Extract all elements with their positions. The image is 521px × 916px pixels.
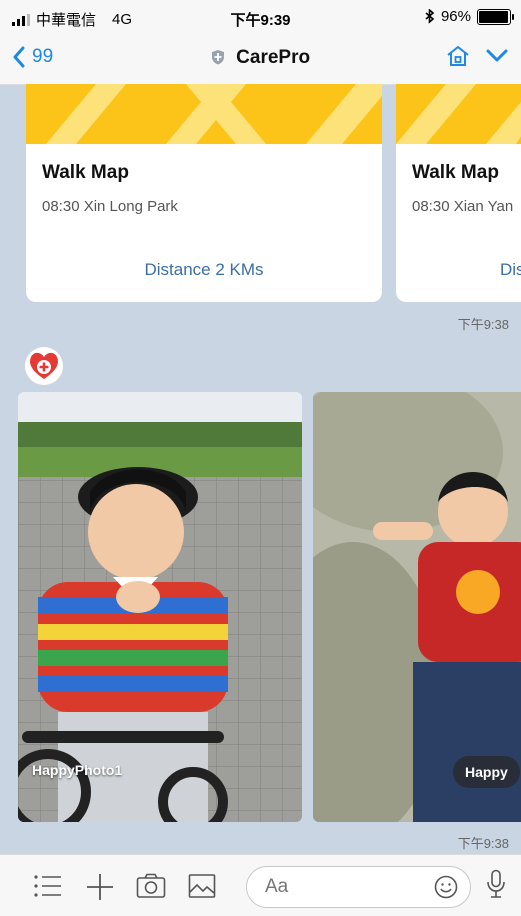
nav-actions (445, 44, 509, 68)
shield-icon (211, 50, 224, 65)
carepro-avatar[interactable] (24, 346, 64, 386)
walk-map-card[interactable]: Walk Map 08:30 Xian Yan Dis (396, 84, 521, 302)
walk-map-card[interactable]: Walk Map 08:30 Xin Long Park Distance 2 … (26, 84, 382, 302)
microphone-icon[interactable] (486, 869, 506, 899)
distance-link[interactable]: Distance 2 KMs (26, 260, 382, 280)
card-subtitle: 08:30 Xin Long Park (42, 198, 178, 215)
card-banner (26, 84, 382, 144)
battery-icon (477, 8, 514, 25)
battery-percent: 96% (440, 8, 471, 25)
input-bar (0, 854, 521, 916)
title-text: CarePro (236, 47, 311, 68)
distance-link[interactable]: Dis (500, 260, 521, 280)
status-right: 96% (425, 8, 514, 25)
photo-caption: Happy (453, 756, 520, 788)
image-icon[interactable] (188, 873, 216, 899)
chevron-down-icon[interactable] (485, 48, 509, 64)
card-title: Walk Map (42, 162, 129, 183)
bluetooth-icon (425, 9, 435, 24)
message-timestamp: 下午9:38 (457, 317, 509, 332)
camera-icon[interactable] (136, 873, 166, 899)
battery-fill (479, 10, 508, 23)
photo-message[interactable]: HappyPhoto1 (18, 392, 302, 822)
emoji-icon[interactable] (434, 875, 458, 899)
banner-pattern (396, 84, 521, 144)
photo-caption: HappyPhoto1 (32, 762, 123, 778)
page-title: CarePro (0, 47, 521, 69)
banner-pattern (26, 84, 382, 144)
chat-area[interactable]: Walk Map 08:30 Xin Long Park Distance 2 … (0, 84, 521, 854)
menu-icon[interactable] (34, 873, 62, 899)
card-subtitle: 08:30 Xian Yan (412, 198, 514, 215)
nav-bar: 99 CarePro (0, 34, 521, 85)
message-input-wrapper[interactable] (246, 866, 471, 908)
photo-image (18, 392, 302, 822)
card-banner (396, 84, 521, 144)
message-input[interactable] (263, 875, 417, 899)
message-timestamp: 下午9:38 (457, 836, 509, 851)
status-bar: 中華電信 4G 下午9:39 96% (0, 0, 521, 34)
home-icon[interactable] (445, 44, 471, 68)
plus-icon[interactable] (86, 873, 114, 901)
card-title: Walk Map (412, 162, 499, 183)
photo-message[interactable]: Happy (313, 392, 521, 822)
